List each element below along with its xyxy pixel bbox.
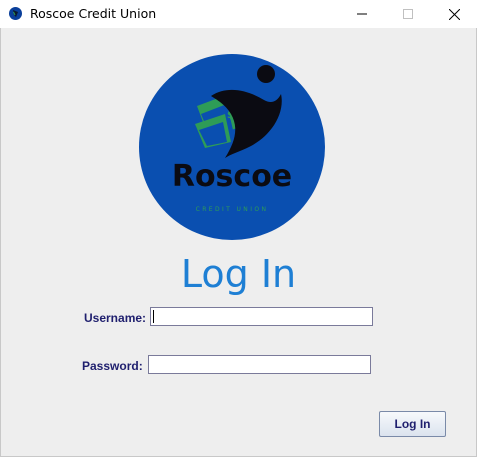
page-title: Log In (180, 252, 297, 296)
password-label: Password: (82, 359, 143, 373)
app-logo-icon (9, 7, 22, 20)
close-button[interactable] (431, 0, 477, 28)
password-field[interactable] (148, 355, 371, 374)
text-caret (153, 310, 154, 323)
minimize-button[interactable] (339, 0, 385, 28)
title-bar: Roscoe Credit Union (0, 0, 477, 28)
username-field[interactable] (150, 307, 373, 326)
logo-brand-text: Roscoe (172, 159, 292, 194)
login-button[interactable]: Log In (379, 411, 446, 437)
maximize-icon (403, 9, 413, 19)
window-title: Roscoe Credit Union (30, 6, 157, 21)
close-icon (448, 8, 460, 20)
minimize-icon (357, 9, 367, 19)
bank-logo: $ Roscoe CREDIT UNION (139, 54, 325, 240)
username-label: Username: (84, 311, 147, 325)
logo-tagline-text: CREDIT UNION (196, 206, 269, 213)
maximize-button (385, 0, 431, 28)
